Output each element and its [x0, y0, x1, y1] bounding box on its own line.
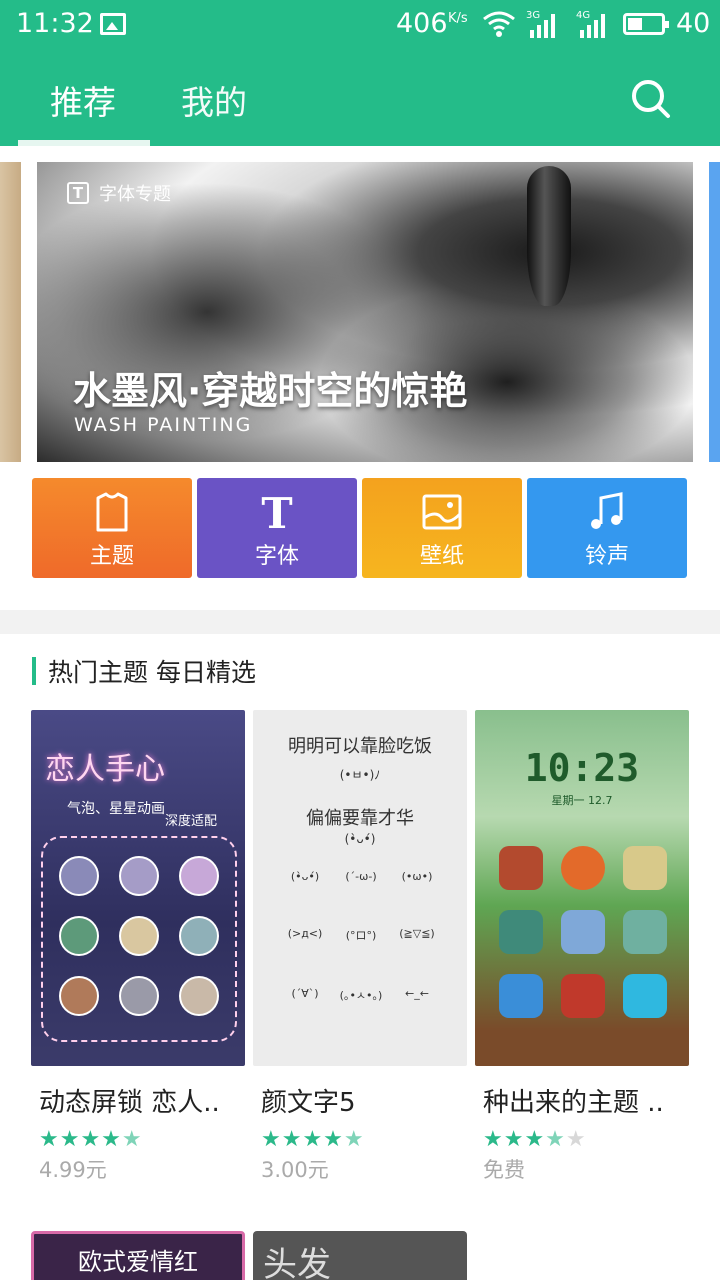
featured-banner[interactable]: T 字体专题 水墨风·穿越时空的惊艳 WASH PAINTING — [37, 162, 693, 462]
section-divider — [0, 610, 720, 634]
music-icon — [591, 492, 623, 529]
main-content: T 字体专题 水墨风·穿越时空的惊艳 WASH PAINTING 主题 T 字体… — [0, 146, 720, 1280]
theme-preview: 10:23 星期一 12.7 — [475, 710, 689, 1066]
theme-card[interactable]: 明明可以靠脸吃饭 (•ㅂ•)ﾉ 偏偏要靠才华 (•̀ᴗ•́) (•̀ᴗ•́) (´… — [253, 710, 467, 1184]
theme-card[interactable]: 10:23 星期一 12.7 种出来的主题 .. ★★★★★ 免费 — [475, 710, 689, 1184]
font-tag-icon: T — [67, 182, 89, 204]
font-icon: T — [261, 492, 292, 532]
theme-price: 3.00元 — [261, 1158, 329, 1182]
theme-card[interactable]: 恋人手心 气泡、星星动画 深度适配 动态屏锁 恋人.. ★★★★★ 4.99元 — [31, 710, 245, 1184]
tshirt-icon — [96, 492, 128, 532]
signal-4g-icon: 4G — [576, 10, 610, 42]
status-time: 11:32 — [16, 8, 94, 39]
rating-stars: ★★★★★ — [483, 1127, 587, 1152]
banner-subtitle: WASH PAINTING — [74, 414, 253, 436]
wifi-icon — [483, 11, 515, 37]
theme-name: 动态屏锁 恋人.. — [39, 1088, 220, 1118]
battery-percent: 40 — [676, 8, 711, 39]
category-row: 主题 T 字体 壁纸 铃声 — [0, 478, 720, 578]
theme-preview: 明明可以靠脸吃饭 (•ㅂ•)ﾉ 偏偏要靠才华 (•̀ᴗ•́) (•̀ᴗ•́) (´… — [253, 710, 467, 1066]
section-title: 热门主题 每日精选 — [48, 658, 256, 687]
signal-3g-icon: 3G — [526, 10, 560, 42]
image-notification-icon — [100, 13, 126, 35]
theme-name: 颜文字5 — [261, 1088, 356, 1118]
network-speed-unit: K/s — [448, 11, 468, 26]
theme-price: 免费 — [483, 1158, 525, 1182]
banner-next-peek[interactable] — [709, 162, 720, 462]
tab-mine[interactable]: 我的 — [181, 76, 247, 124]
ink-drop-graphic — [527, 166, 571, 306]
search-icon[interactable] — [628, 76, 672, 120]
theme-price: 4.99元 — [39, 1158, 107, 1182]
banner-tag: T 字体专题 — [67, 180, 171, 206]
category-font[interactable]: T 字体 — [197, 478, 357, 578]
app-header: 11:32 406 K/s 3G 4G 40 推荐 我的 — [0, 0, 720, 146]
status-bar: 11:32 406 K/s 3G 4G 40 — [0, 0, 720, 50]
section-header: 热门主题 每日精选 — [32, 656, 256, 687]
theme-card-next[interactable]: 欧式爱情红 — [31, 1231, 245, 1280]
category-theme[interactable]: 主题 — [32, 478, 192, 578]
banner-title: 水墨风·穿越时空的惊艳 — [73, 369, 468, 413]
theme-preview: 恋人手心 气泡、星星动画 深度适配 — [31, 710, 245, 1066]
battery-icon — [623, 13, 669, 35]
network-speed: 406 — [396, 8, 448, 39]
rating-stars: ★★★★★ — [39, 1127, 143, 1152]
tab-recommend[interactable]: 推荐 — [50, 76, 116, 124]
svg-text:T: T — [261, 492, 292, 532]
wallpaper-icon — [422, 494, 462, 530]
rating-stars: ★★★★★ — [261, 1127, 365, 1152]
category-wallpaper[interactable]: 壁纸 — [362, 478, 522, 578]
banner-prev-peek[interactable] — [0, 162, 21, 462]
theme-name: 种出来的主题 .. — [483, 1088, 664, 1118]
category-ringtone[interactable]: 铃声 — [527, 478, 687, 578]
theme-card-next[interactable]: 头发 — [253, 1231, 467, 1280]
